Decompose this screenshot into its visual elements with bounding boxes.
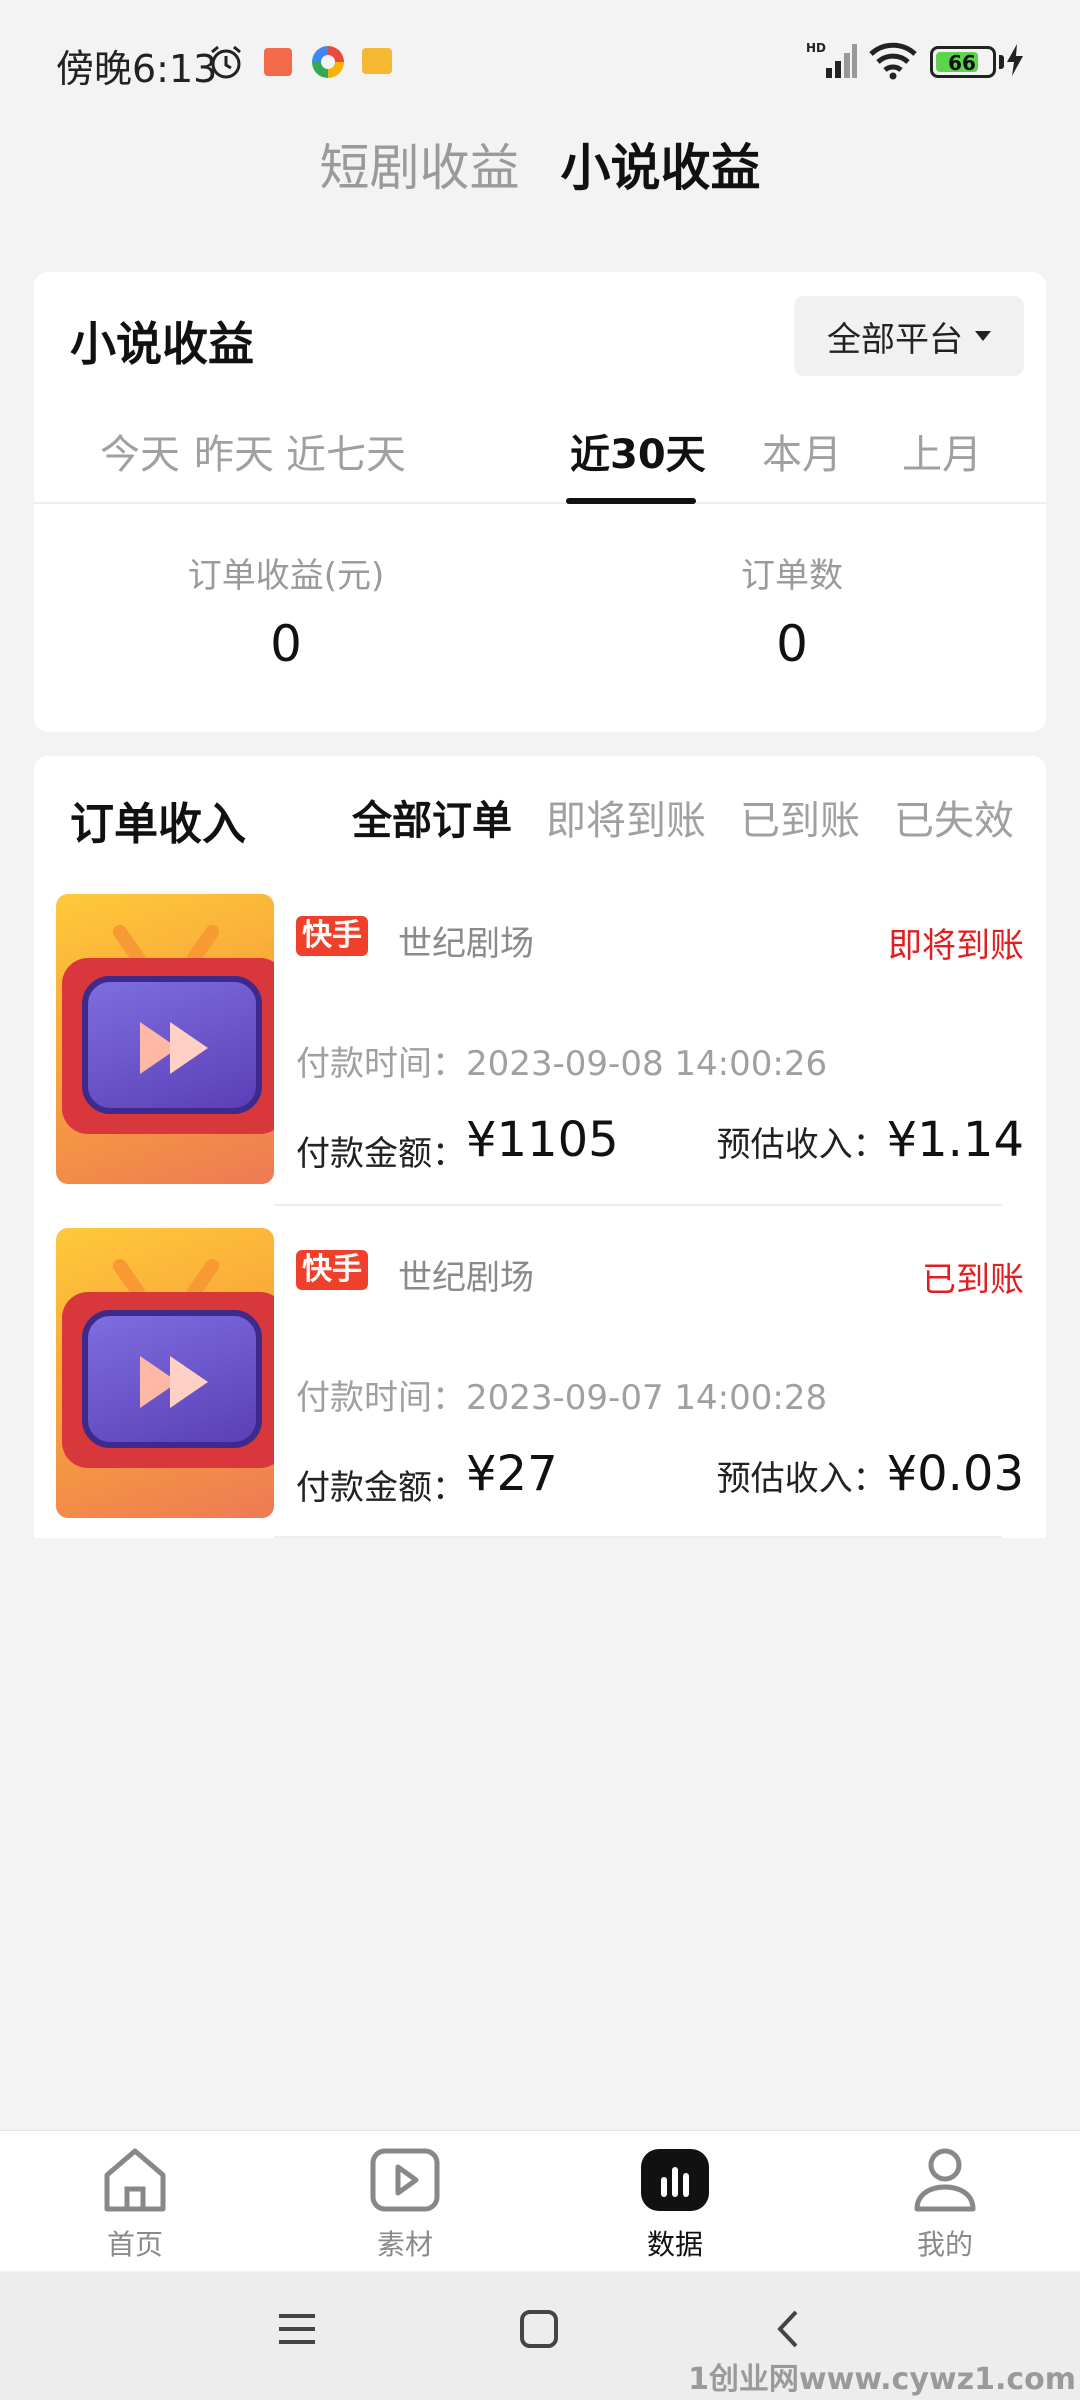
play-icon [367, 2141, 443, 2217]
message-app-icon [362, 48, 392, 74]
period-tab-yesterday[interactable]: 昨天 [194, 422, 274, 480]
nav-materials[interactable]: 素材 [305, 2141, 505, 2263]
earnings-type-tabs: 短剧收益 小说收益 [0, 128, 1080, 200]
order-source: 世纪剧场 [398, 924, 534, 964]
amount-label: 付款金额： [296, 1134, 466, 1174]
filter-received[interactable]: 已到账 [740, 788, 860, 846]
estimate-value: ¥0.03 [886, 1446, 1024, 1502]
estimate-value: ¥1.14 [886, 1112, 1024, 1168]
pay-time: 付款时间：2023-09-07 14:00:28 [296, 1370, 827, 1419]
pay-time: 付款时间：2023-09-08 14:00:26 [296, 1036, 827, 1085]
svg-text:HD: HD [806, 41, 826, 55]
pay-time-label: 付款时间： [296, 1044, 466, 1084]
order-source: 世纪剧场 [398, 1258, 534, 1298]
active-period-indicator [566, 498, 696, 504]
order-item[interactable]: 快手 世纪剧场 即将到账 付款时间：2023-09-08 14:00:26 付款… [56, 894, 1024, 1186]
stat-label: 订单数 [741, 556, 843, 596]
order-thumbnail [56, 1228, 274, 1518]
alarm-icon [208, 44, 244, 84]
estimate-label: 预估收入： [716, 1125, 887, 1165]
order-thumbnail [56, 894, 274, 1184]
tv-play-icon [62, 958, 274, 1134]
platform-dropdown[interactable]: 全部平台 [794, 296, 1024, 376]
tab-short-drama-earnings[interactable]: 短剧收益 [319, 128, 519, 200]
wifi-icon [868, 42, 918, 84]
estimate-label: 预估收入： [716, 1459, 887, 1499]
watermark: 1创业网www.cywz1.com [688, 2362, 1076, 2397]
home-icon [97, 2141, 173, 2217]
stat-order-count: 订单数 0 [592, 548, 992, 673]
color-app-icon [312, 46, 344, 78]
home-button-icon[interactable] [518, 2308, 560, 2354]
user-icon [907, 2141, 983, 2217]
platform-badge: 快手 [296, 916, 368, 956]
period-tab-last-month[interactable]: 上月 [902, 422, 982, 480]
system-nav-bar: 1创业网www.cywz1.com [0, 2272, 1080, 2400]
order-status: 即将到账 [888, 926, 1024, 966]
platform-badge: 快手 [296, 1250, 368, 1290]
nav-profile[interactable]: 我的 [845, 2141, 1045, 2263]
order-divider [274, 1204, 1002, 1206]
filter-pending[interactable]: 即将到账 [546, 788, 706, 846]
nav-label: 数据 [646, 2228, 703, 2261]
nav-label: 素材 [376, 2228, 433, 2261]
tab-novel-earnings[interactable]: 小说收益 [561, 128, 761, 200]
bottom-nav: 首页 素材 数据 我的 [0, 2130, 1080, 2271]
cell-signal-icon: HD [806, 40, 858, 84]
order-income-card: 订单收入 全部订单 即将到账 已到账 已失效 快手 世纪剧场 即将到账 付款时间… [34, 756, 1046, 1538]
stat-value: 0 [776, 615, 808, 673]
pay-time-label: 付款时间： [296, 1378, 466, 1418]
estimated-income: 预估收入：¥1.14 [717, 1112, 1024, 1168]
summary-title: 小说收益 [70, 317, 254, 371]
shopping-app-icon [264, 48, 292, 76]
bar-chart-icon [637, 2141, 713, 2217]
tv-play-icon [62, 1292, 274, 1468]
platform-dropdown-label: 全部平台 [827, 319, 963, 360]
back-icon[interactable] [768, 2308, 810, 2354]
menu-icon[interactable] [276, 2308, 318, 2354]
amount-value: ¥1105 [466, 1112, 619, 1168]
battery-level: 66 [948, 51, 976, 75]
stat-value: 0 [270, 615, 302, 673]
nav-label: 首页 [106, 2228, 163, 2261]
orders-title: 订单收入 [70, 799, 246, 850]
period-tab-today[interactable]: 今天 [100, 422, 180, 480]
status-time: 傍晚6:13 [56, 47, 218, 91]
nav-home[interactable]: 首页 [35, 2141, 235, 2263]
status-bar: 傍晚6:13 HD 66 [0, 0, 1080, 120]
filter-all-orders[interactable]: 全部订单 [352, 788, 512, 846]
period-tab-30days[interactable]: 近30天 [570, 422, 706, 480]
period-tab-7days[interactable]: 近七天 [286, 422, 406, 480]
order-status: 已到账 [922, 1260, 1024, 1300]
nav-data[interactable]: 数据 [575, 2141, 775, 2263]
app-screen: 傍晚6:13 HD 66 短剧收益 小说收益 小说收益 全部平台 今天 昨天 近… [0, 0, 1080, 2400]
period-tabs: 今天 昨天 近七天 近30天 本月 上月 [34, 422, 1046, 504]
pay-time-value: 2023-09-07 14:00:28 [466, 1378, 828, 1418]
nav-label: 我的 [916, 2228, 973, 2261]
charging-icon [1006, 44, 1024, 80]
stat-label: 订单收益(元) [187, 556, 385, 596]
period-tab-this-month[interactable]: 本月 [762, 422, 842, 480]
amount-value: ¥27 [466, 1446, 558, 1502]
order-item[interactable]: 快手 世纪剧场 已到账 付款时间：2023-09-07 14:00:28 付款金… [56, 1228, 1024, 1520]
amount-label: 付款金额： [296, 1468, 466, 1508]
estimated-income: 预估收入：¥0.03 [717, 1446, 1024, 1502]
filter-expired[interactable]: 已失效 [894, 788, 1014, 846]
earnings-summary-card: 小说收益 全部平台 今天 昨天 近七天 近30天 本月 上月 订单收益(元) 0… [34, 272, 1046, 732]
order-divider [274, 1536, 1002, 1538]
pay-time-value: 2023-09-08 14:00:26 [466, 1044, 828, 1084]
battery-icon: 66 [930, 46, 996, 78]
caret-down-icon [975, 331, 991, 341]
stat-order-earnings: 订单收益(元) 0 [86, 548, 486, 673]
